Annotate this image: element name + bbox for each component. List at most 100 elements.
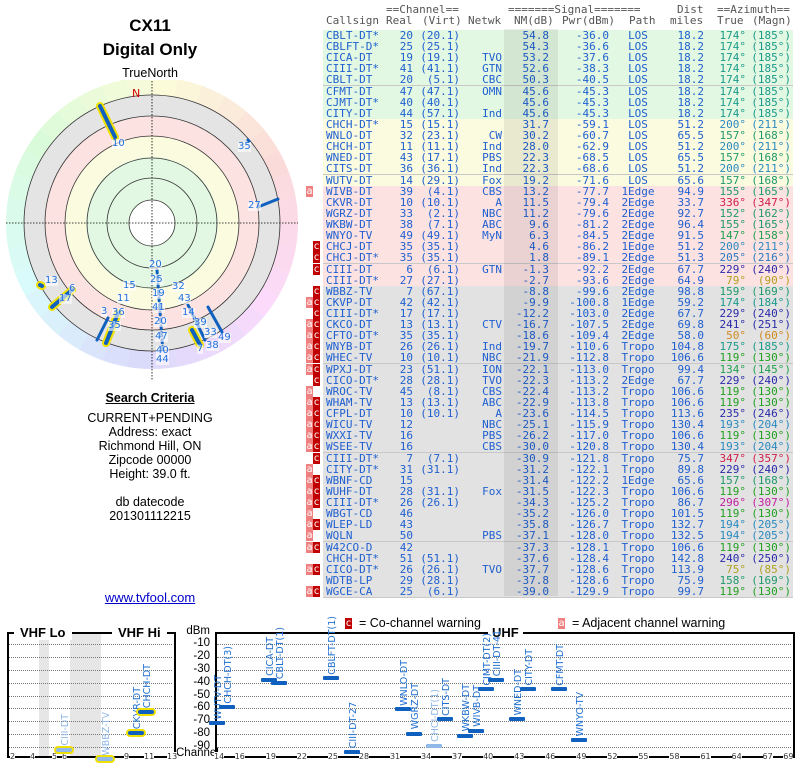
co-channel-legend-text: = Co-channel warning bbox=[359, 616, 481, 630]
vhf-hi-label: VHF Hi bbox=[112, 625, 167, 640]
grid-line bbox=[217, 708, 791, 710]
x-tick-label: 9 bbox=[124, 752, 130, 761]
grid-line bbox=[217, 734, 791, 736]
tvfool-link[interactable]: www.tvfool.com bbox=[0, 591, 300, 605]
azimuth-hue-segment bbox=[6, 223, 26, 249]
adjacent-warning-flag: a bbox=[306, 563, 313, 575]
station-signal-bar[interactable] bbox=[219, 705, 236, 710]
co-channel-warning-flag: c bbox=[313, 408, 320, 420]
co-channel-warning-flag: c bbox=[313, 296, 320, 308]
x-tick-label: 49 bbox=[576, 752, 587, 761]
polar-channel-label: 41 bbox=[152, 302, 165, 313]
nm-column-shade bbox=[504, 29, 558, 596]
x-tick-label: 46 bbox=[545, 752, 556, 761]
adjacent-warning-flag: a bbox=[306, 530, 313, 542]
station-label: CBLFT-DT(1) bbox=[326, 615, 338, 675]
station-signal-bar[interactable] bbox=[138, 710, 154, 715]
netwk-cell: CBS bbox=[482, 440, 502, 454]
x-tick-label: 34 bbox=[421, 752, 432, 761]
station-signal-bar[interactable] bbox=[128, 731, 144, 736]
polar-channel-label: 43 bbox=[178, 293, 191, 304]
netwk-cell: Fox bbox=[482, 484, 502, 498]
station-signal-bar[interactable] bbox=[56, 747, 72, 752]
station-signal-bar[interactable] bbox=[322, 676, 339, 681]
adjacent-legend-swatch: a bbox=[558, 618, 566, 629]
station-signal-bar[interactable] bbox=[436, 717, 453, 722]
station-signal-bar[interactable] bbox=[509, 717, 526, 722]
polar-channel-label: 35 bbox=[108, 320, 121, 331]
adjacent-warning-flag: a bbox=[306, 541, 313, 553]
grid-line bbox=[9, 721, 172, 723]
polar-channel-label: 17 bbox=[59, 293, 72, 304]
north-marker: N bbox=[132, 87, 140, 100]
adjacent-warning-flag: a bbox=[306, 441, 313, 453]
co-channel-warning-flag: c bbox=[313, 252, 320, 264]
path-cell: Tropo bbox=[621, 585, 655, 598]
co-channel-warning-flag: c bbox=[313, 319, 320, 331]
station-signal-bar[interactable] bbox=[519, 687, 536, 692]
co-channel-warning-flag: c bbox=[313, 419, 320, 431]
station-signal-bar[interactable] bbox=[426, 743, 443, 748]
criteria-line: CURRENT+PENDING bbox=[87, 411, 213, 425]
adjacent-warning-flag: a bbox=[306, 352, 313, 364]
station-signal-bar[interactable] bbox=[488, 678, 505, 683]
adjacent-warning-flag: a bbox=[306, 296, 313, 308]
page-title: CX11 bbox=[129, 16, 171, 35]
col-nm: NM(dB) bbox=[514, 14, 554, 27]
col-path: Path bbox=[629, 14, 656, 27]
y-tick-label: -40 bbox=[193, 675, 210, 688]
co-channel-warning-flag: c bbox=[313, 430, 320, 442]
station-signal-bar[interactable] bbox=[550, 687, 567, 692]
station-signal-bar[interactable] bbox=[343, 749, 360, 754]
x-tick-label: 28 bbox=[358, 752, 370, 761]
station-label: CIII-DT bbox=[60, 714, 71, 746]
magn-azimuth-cell: (130°) bbox=[751, 585, 791, 598]
grid-line bbox=[9, 747, 172, 749]
netwk-cell: MyN bbox=[482, 229, 502, 243]
station-signal-bar[interactable] bbox=[395, 707, 412, 712]
station-label: WNYO-TV bbox=[575, 691, 587, 737]
azimuth-hue-segment bbox=[278, 197, 298, 223]
station-signal-bar[interactable] bbox=[571, 738, 588, 742]
virt-cell: (10.1) bbox=[420, 407, 460, 421]
station-label: WGRZ-DT bbox=[409, 683, 421, 730]
polar-channel-label: 38 bbox=[206, 340, 219, 351]
x-tick-label: 61 bbox=[700, 752, 711, 761]
polar-channel-label: 49 bbox=[218, 332, 231, 343]
co-channel-warning-flag: c bbox=[313, 341, 320, 353]
datecode-label: db datecode bbox=[115, 495, 185, 509]
criteria-line: Height: 39.0 ft. bbox=[109, 467, 191, 481]
adjacent-warning-flag: a bbox=[306, 330, 313, 342]
virt-cell: (6.1) bbox=[426, 585, 460, 598]
station-signal-bar[interactable] bbox=[405, 731, 422, 736]
polar-channel-label: 33 bbox=[204, 327, 217, 338]
station-signal-bar[interactable] bbox=[271, 681, 288, 686]
co-channel-warning-flag: c bbox=[313, 374, 320, 386]
co-channel-warning-flag: c bbox=[313, 474, 320, 486]
x-tick-label: 37 bbox=[452, 752, 463, 761]
station-signal-bar[interactable] bbox=[467, 729, 484, 734]
polar-channel-label: 3 bbox=[101, 306, 108, 317]
polar-channel-label: 10 bbox=[112, 138, 125, 149]
x-tick-label: 31 bbox=[389, 752, 401, 761]
y-tick-label: -80 bbox=[193, 727, 210, 740]
adjacent-warning-flag: a bbox=[306, 474, 313, 486]
adjacent-warning-flag: a bbox=[306, 408, 313, 420]
station-signal-bar[interactable] bbox=[209, 721, 225, 726]
co-channel-warning-flag: c bbox=[313, 452, 320, 464]
station-signal-bar[interactable] bbox=[478, 687, 495, 692]
co-channel-warning-flag: c bbox=[313, 586, 320, 597]
station-label: CITY-DT bbox=[523, 648, 535, 686]
polar-channel-label: 19 bbox=[152, 288, 165, 299]
co-channel-warning-flag: c bbox=[313, 563, 320, 575]
netwk-cell: PBS bbox=[482, 529, 502, 543]
compass-label: TrueNorth bbox=[122, 66, 178, 80]
station-signal-bar[interactable] bbox=[457, 733, 474, 738]
grid-line bbox=[217, 656, 791, 658]
table-row[interactable]: WGCE-CA 25 (6.1) -39.0 -129.9 Tropo 99.7 119° (1… bbox=[323, 585, 793, 598]
station-label: CIII-DT-41 bbox=[492, 630, 504, 677]
station-signal-bar[interactable] bbox=[97, 757, 113, 762]
datecode-value: 201301112215 bbox=[109, 509, 191, 523]
grid-line bbox=[217, 747, 791, 749]
station-label: CHCH-DT(3) bbox=[223, 645, 235, 704]
